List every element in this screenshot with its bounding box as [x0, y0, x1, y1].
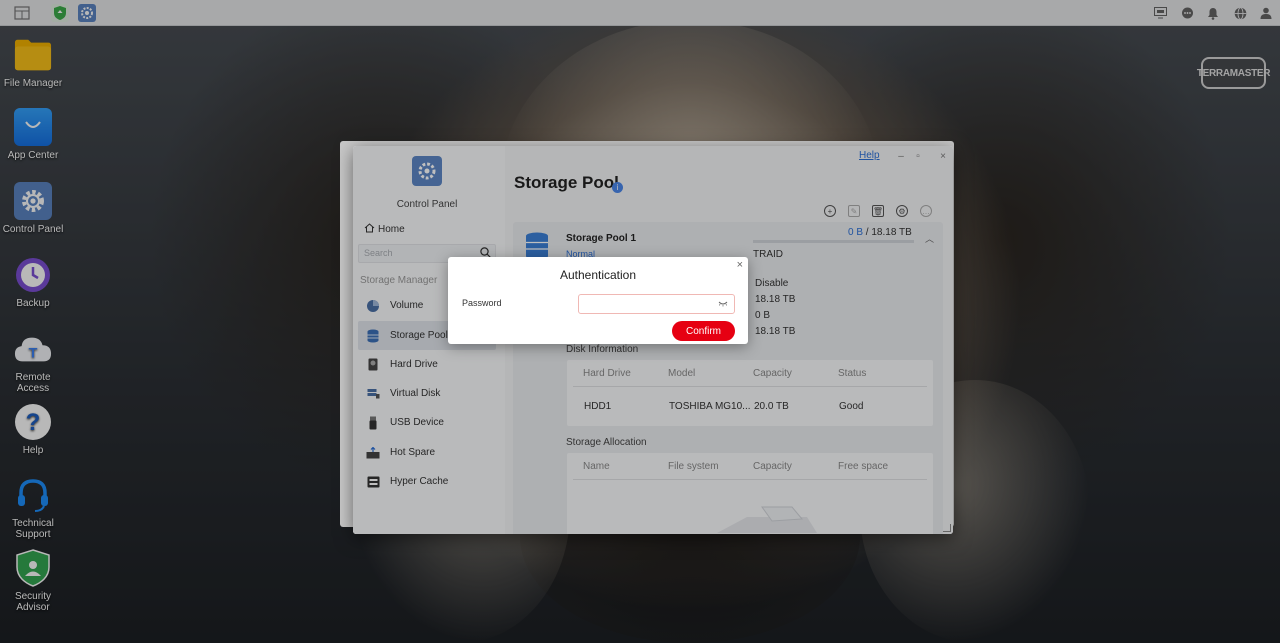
authentication-dialog: Authentication × Password Confirm: [448, 257, 748, 344]
password-field[interactable]: [578, 294, 735, 314]
close-icon[interactable]: ×: [737, 259, 743, 271]
password-label: Password: [462, 298, 502, 308]
dialog-title: Authentication: [559, 268, 637, 282]
confirm-button[interactable]: Confirm: [672, 321, 735, 341]
eye-hidden-icon[interactable]: [718, 299, 728, 309]
